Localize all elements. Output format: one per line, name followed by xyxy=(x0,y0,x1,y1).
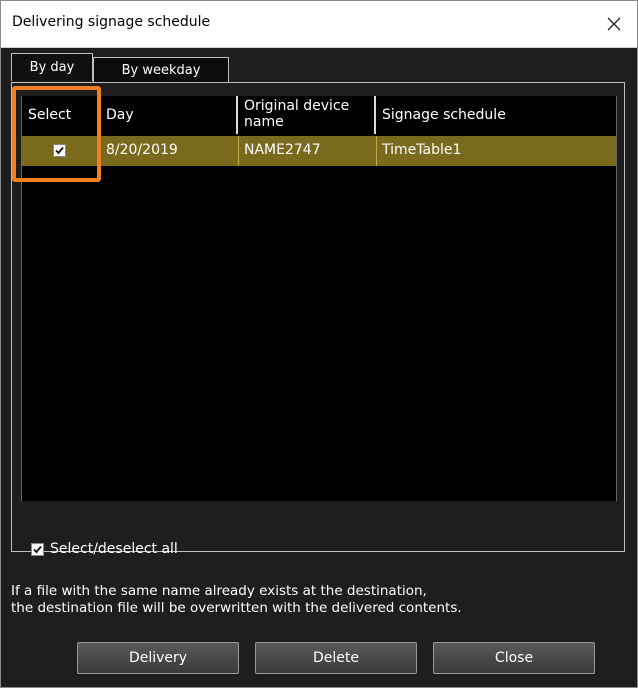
tab-by-weekday[interactable]: By weekday xyxy=(93,57,229,82)
delete-button[interactable]: Delete xyxy=(255,642,417,674)
select-all-checkbox[interactable] xyxy=(31,542,44,556)
dialog-body: By day By weekday Select Day Original de… xyxy=(1,48,637,687)
schedule-table: Select Day Original device name Signage … xyxy=(21,96,617,501)
delivery-button[interactable]: Delivery xyxy=(77,642,239,674)
column-header-day[interactable]: Day xyxy=(100,96,238,134)
tab-panel: Select Day Original device name Signage … xyxy=(11,82,625,552)
row-device-name: NAME2747 xyxy=(244,142,321,158)
notice-line-1: If a file with the same name already exi… xyxy=(11,583,427,599)
table-row[interactable]: 8/20/2019 NAME2747 TimeTable1 xyxy=(22,136,616,166)
title-bar: Delivering signage schedule xyxy=(1,1,637,48)
column-header-select[interactable]: Select xyxy=(22,96,100,134)
checkmark-icon xyxy=(55,146,64,155)
notice-line-2: the destination file will be overwritten… xyxy=(11,600,462,616)
close-icon[interactable] xyxy=(591,1,637,47)
window-title: Delivering signage schedule xyxy=(12,14,211,30)
row-day: 8/20/2019 xyxy=(106,142,178,158)
row-select-checkbox[interactable] xyxy=(53,144,66,157)
overwrite-notice: If a file with the same name already exi… xyxy=(11,583,462,617)
column-header-signage-schedule[interactable]: Signage schedule xyxy=(376,96,616,134)
checkmark-icon xyxy=(33,545,42,553)
row-signage-schedule: TimeTable1 xyxy=(382,142,462,158)
column-header-original-device-name[interactable]: Original device name xyxy=(238,96,376,134)
delivering-signage-schedule-dialog: Delivering signage schedule By day By we… xyxy=(0,0,638,688)
select-deselect-all[interactable]: Select/deselect all xyxy=(31,539,178,559)
tab-by-day[interactable]: By day xyxy=(11,53,93,81)
close-button[interactable]: Close xyxy=(433,642,595,674)
select-all-label: Select/deselect all xyxy=(50,541,178,557)
